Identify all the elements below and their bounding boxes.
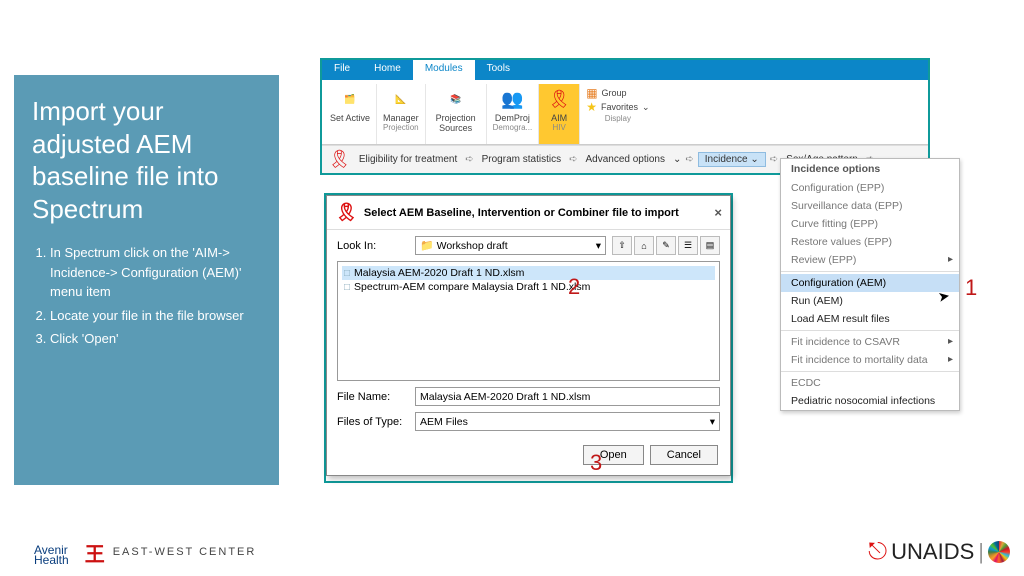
ribbon-aim[interactable]: AIM HIV (539, 84, 580, 144)
step-3: Click 'Open' (50, 329, 261, 349)
dialog-toolbar: ⇧ ⌂ ✎ ☰ ▤ (612, 236, 720, 255)
file-item[interactable]: Spectrum-AEM compare Malaysia Draft 1 ND… (342, 280, 715, 294)
filetype-combo[interactable]: AEM Files▾ (415, 412, 720, 431)
tab-file[interactable]: File (322, 60, 362, 80)
submenu-arrow-icon: ▸ (948, 354, 953, 365)
close-icon[interactable]: × (714, 205, 722, 220)
file-list[interactable]: Malaysia AEM-2020 Draft 1 ND.xlsm Spectr… (337, 261, 720, 381)
ribbon-body: 🗂️ Set Active 📐 Manager Projection 📚 Pro… (322, 80, 928, 145)
avenir-health-logo: AvenirHealth (14, 538, 69, 565)
lookin-label: Look In: (337, 240, 409, 252)
bar-eligibility[interactable]: Eligibility for treatment (355, 153, 461, 166)
separator (781, 330, 959, 331)
chevron-down-icon: ▾ (596, 240, 601, 252)
arrow-icon: ➪ (770, 154, 778, 165)
file-icon (344, 281, 350, 293)
aids-ribbon-icon: ⎋ (868, 538, 887, 566)
projection-icon: 🗂️ (336, 86, 364, 112)
annotation-3: 3 (590, 450, 602, 476)
chevron-down-icon: ⌄ (642, 102, 650, 113)
submenu-arrow-icon: ▸ (948, 336, 953, 347)
dialog-titlebar: Select AEM Baseline, Intervention or Com… (327, 196, 730, 230)
aids-ribbon-icon (328, 149, 351, 170)
tab-tools[interactable]: Tools (475, 60, 522, 80)
dd-surveillance-epp[interactable]: Surveillance data (EPP) (781, 197, 959, 215)
incidence-dropdown: Incidence options Configuration (EPP) Su… (780, 158, 960, 411)
separator (781, 371, 959, 372)
ewc-mark-icon: 王 (83, 540, 107, 564)
step-2: Locate your file in the file browser (50, 306, 261, 326)
file-item[interactable]: Malaysia AEM-2020 Draft 1 ND.xlsm (342, 266, 715, 280)
ribbon-display-group: Group Favorites⌄ Display (580, 84, 655, 144)
cursor-icon: ➤ (937, 287, 952, 306)
file-icon (344, 267, 350, 279)
dd-run-aem[interactable]: Run (AEM) (781, 292, 959, 310)
dd-fit-csavr[interactable]: Fit incidence to CSAVR▸ (781, 333, 959, 351)
bar-program[interactable]: Program statistics (478, 153, 565, 166)
step-list: In Spectrum click on the 'AIM-> Incidenc… (32, 243, 261, 349)
ribbon-set-active[interactable]: 🗂️ Set Active (324, 84, 377, 144)
sources-icon: 📚 (442, 86, 470, 112)
dialog-title: Select AEM Baseline, Intervention or Com… (364, 207, 679, 219)
tab-home[interactable]: Home (362, 60, 413, 80)
arrow-icon: ➪ (685, 154, 693, 165)
dd-config-aem[interactable]: Configuration (AEM) (781, 274, 959, 292)
sdg-wheel-icon (988, 541, 1010, 563)
file-open-dialog: Select AEM Baseline, Intervention or Com… (326, 195, 731, 476)
separator (781, 271, 959, 272)
lookin-combo[interactable]: Workshop draft ▾ (415, 236, 606, 255)
chevron-down-icon: ⌄ (673, 154, 681, 165)
annotation-1: 1 (965, 275, 977, 301)
dd-restore-epp[interactable]: Restore values (EPP) (781, 233, 959, 251)
up-folder-button[interactable]: ⇧ (612, 236, 632, 255)
arrow-icon: ➪ (569, 154, 577, 165)
east-west-center-logo: 王 EAST-WEST CENTER (83, 540, 257, 564)
manager-icon: 📐 (387, 86, 415, 112)
people-icon (498, 86, 526, 112)
dd-config-epp[interactable]: Configuration (EPP) (781, 179, 959, 197)
aids-ribbon-icon (335, 202, 358, 223)
bar-advanced[interactable]: Advanced options (581, 153, 669, 166)
ribbon-projection-sources[interactable]: 📚 Projection Sources (426, 84, 487, 144)
dd-ecdc[interactable]: ECDC (781, 374, 959, 392)
filetype-label: Files of Type: (337, 416, 409, 428)
dd-curve-epp[interactable]: Curve fitting (EPP) (781, 215, 959, 233)
tab-modules[interactable]: Modules (413, 60, 475, 80)
submenu-arrow-icon: ▸ (948, 254, 953, 265)
unaids-logo: ⎋ UNAIDS | (868, 538, 1010, 566)
filename-label: File Name: (337, 391, 409, 403)
cancel-button[interactable]: Cancel (650, 445, 718, 465)
filename-input[interactable]: Malaysia AEM-2020 Draft 1 ND.xlsm (415, 387, 720, 406)
ribbon-manager[interactable]: 📐 Manager Projection (377, 84, 426, 144)
ribbon-demproj[interactable]: DemProj Demogra... (487, 84, 540, 144)
folder-icon (420, 240, 434, 252)
dd-fit-mortality[interactable]: Fit incidence to mortality data▸ (781, 351, 959, 369)
list-view-button[interactable]: ☰ (678, 236, 698, 255)
dd-load-aem[interactable]: Load AEM result files (781, 310, 959, 328)
home-button[interactable]: ⌂ (634, 236, 654, 255)
chevron-down-icon: ▾ (710, 416, 715, 428)
detail-view-button[interactable]: ▤ (700, 236, 720, 255)
dd-review-epp[interactable]: Review (EPP)▸ (781, 251, 959, 269)
dd-pediatric[interactable]: Pediatric nosocomial infections (781, 392, 959, 410)
annotation-2: 2 (568, 274, 580, 300)
star-icon (586, 100, 597, 114)
aids-ribbon-icon (545, 86, 573, 112)
arrow-icon: ➪ (465, 154, 473, 165)
slide-title: Import your adjusted AEM baseline file i… (32, 95, 261, 225)
step-1: In Spectrum click on the 'AIM-> Incidenc… (50, 243, 261, 302)
new-folder-button[interactable]: ✎ (656, 236, 676, 255)
ribbon-tabs: File Home Modules Tools (322, 60, 928, 80)
footer-logos: AvenirHealth 王 EAST-WEST CENTER ⎋ UNAIDS… (14, 538, 1010, 566)
bar-incidence[interactable]: Incidence ⌄ (698, 152, 766, 167)
dropdown-title: Incidence options (781, 159, 959, 179)
group-icon (586, 86, 597, 100)
instruction-panel: Import your adjusted AEM baseline file i… (14, 75, 279, 485)
